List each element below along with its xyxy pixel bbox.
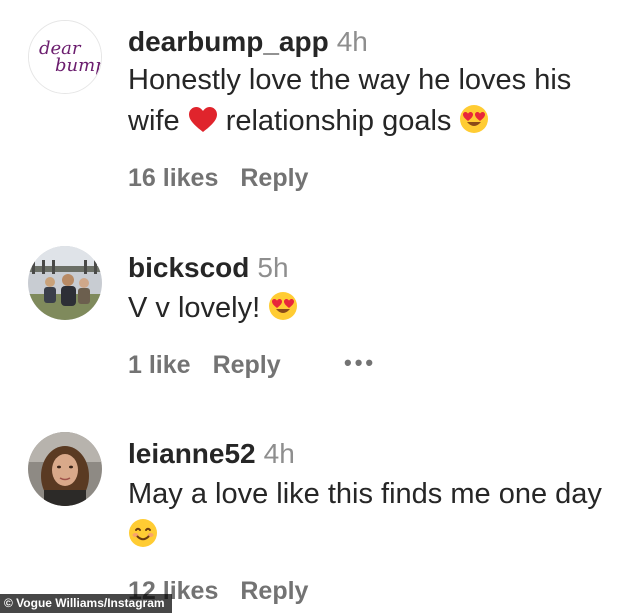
username-text[interactable]: leianne52 [128, 438, 256, 469]
avatar-leianne52[interactable] [28, 432, 102, 506]
comment-time: 5h [257, 252, 289, 283]
heart-eyes-icon [459, 104, 489, 146]
reply-button[interactable]: Reply [213, 351, 281, 379]
comment-meta: 16 likes Reply [128, 164, 308, 193]
comment-text-body: V v lovely! [128, 292, 261, 324]
reply-button[interactable]: Reply [240, 577, 308, 605]
comment-text: Honestly love the way he loves his wife … [128, 60, 623, 146]
comment-username[interactable]: dearbump_app 4h [128, 26, 368, 58]
comment-time: 4h [263, 438, 295, 469]
comment-username[interactable]: leianne52 4h [128, 438, 295, 470]
dearbump-logo: dear bump [29, 21, 101, 93]
avatar-dearbump[interactable]: dear bump [28, 20, 102, 94]
reply-button[interactable]: Reply [240, 164, 308, 192]
comment-text: May a love like this finds me one day [128, 474, 623, 560]
photo-credit: © Vogue Williams/Instagram [0, 594, 172, 613]
red-heart-icon [188, 105, 218, 146]
username-text[interactable]: bickscod [128, 252, 249, 283]
likes-count[interactable]: 1 like [128, 351, 191, 379]
comment-username[interactable]: bickscod 5h [128, 252, 289, 284]
smiling-face-icon [128, 518, 158, 560]
logo-text-bump: bump [55, 55, 101, 76]
comment-text-part2: relationship goals [225, 105, 452, 137]
comment-text: V v lovely! [128, 288, 623, 333]
comment-time: 4h [336, 26, 368, 57]
avatar-bickscod[interactable] [28, 246, 102, 320]
username-text[interactable]: dearbump_app [128, 26, 329, 57]
likes-count[interactable]: 16 likes [128, 164, 218, 192]
heart-eyes-icon [268, 291, 298, 333]
leianne52-photo [28, 432, 102, 506]
bickscod-photo [28, 246, 102, 320]
comment-meta: 1 like Reply [128, 351, 281, 380]
comment-text-body: May a love like this finds me one day [128, 478, 602, 510]
more-options-icon[interactable]: ••• [344, 350, 376, 376]
